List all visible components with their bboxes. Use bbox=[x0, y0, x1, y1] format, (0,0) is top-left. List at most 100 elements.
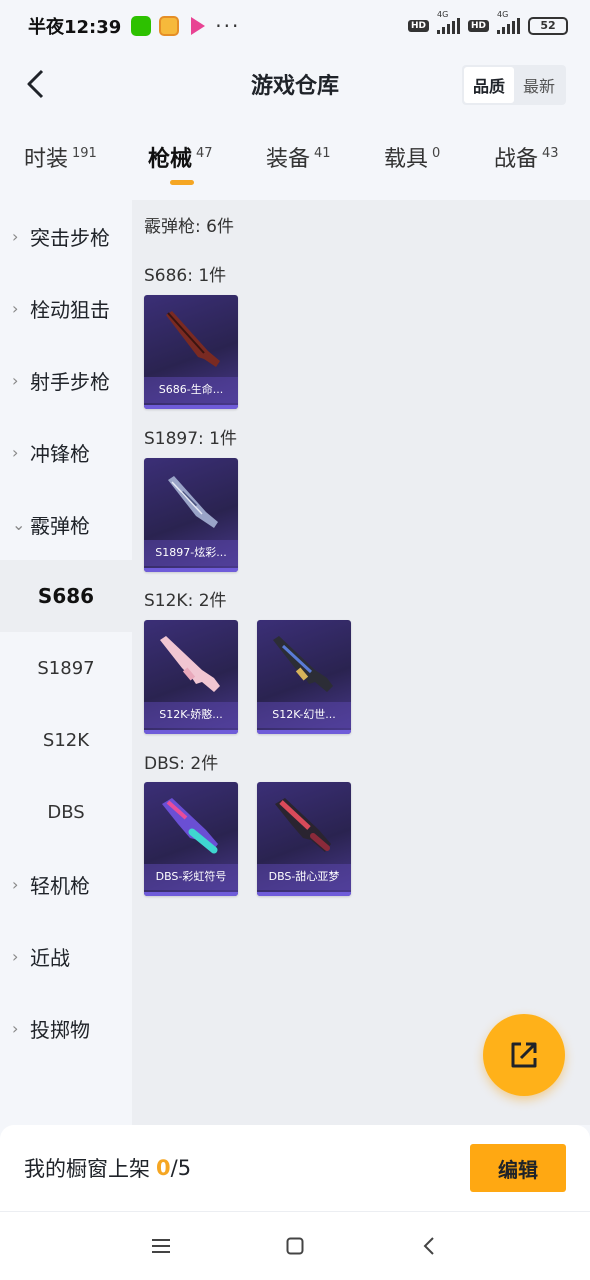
edit-button[interactable]: 编辑 bbox=[470, 1144, 566, 1192]
rifle-icon bbox=[273, 636, 333, 692]
chevron-left-icon bbox=[27, 69, 44, 99]
sidebar-item-assault-rifle[interactable]: › 突击步枪 bbox=[0, 200, 132, 272]
weapon-category-sidebar: › 突击步枪 › 栓动狙击 › 射手步枪 › 冲锋枪 ⌄ 霰弹枪 S686 S1… bbox=[0, 200, 132, 1125]
tab-combat-supplies[interactable]: 战备 43 bbox=[494, 136, 559, 192]
chevron-right-icon: › bbox=[12, 298, 19, 318]
sidebar-item-shotgun[interactable]: ⌄ 霰弹枪 bbox=[0, 488, 132, 560]
sort-by-quality[interactable]: 品质 bbox=[463, 67, 514, 103]
sidebar-item-bolt-sniper[interactable]: › 栓动狙击 bbox=[0, 272, 132, 344]
chevron-right-icon: › bbox=[12, 442, 19, 462]
active-tab-indicator bbox=[170, 180, 194, 185]
tab-fashion[interactable]: 时装 191 bbox=[24, 136, 97, 192]
game-app-icon bbox=[159, 16, 180, 36]
chevron-down-icon: ⌄ bbox=[12, 514, 26, 534]
showcase-label: 我的橱窗上架 bbox=[24, 1157, 150, 1181]
weapon-card[interactable]: S686-生命... bbox=[144, 295, 238, 409]
rifle-icon bbox=[160, 636, 220, 692]
sidebar-item-label: 突击步枪 bbox=[30, 225, 110, 250]
share-icon bbox=[511, 1042, 537, 1068]
status-bar: 半夜12:39 ··· HD 4G HD 4G 52 bbox=[0, 0, 590, 52]
weapon-card-label: DBS-甜心亚梦 bbox=[257, 864, 351, 890]
sidebar-item-smg[interactable]: › 冲锋枪 bbox=[0, 416, 132, 488]
tab-equipment[interactable]: 装备 41 bbox=[266, 136, 331, 192]
sort-toggle: 品质 最新 bbox=[461, 65, 566, 105]
chevron-right-icon: › bbox=[12, 946, 19, 966]
weapon-card[interactable]: DBS-彩虹符号 bbox=[144, 782, 238, 896]
chevron-right-icon: › bbox=[12, 874, 19, 894]
section-title: S1897: 1件 bbox=[144, 429, 238, 449]
tab-firearms[interactable]: 枪械 47 bbox=[148, 136, 213, 192]
sidebar-item-label: 霰弹枪 bbox=[30, 513, 90, 538]
weapon-card-label: S686-生命... bbox=[144, 377, 238, 403]
sidebar-item-label: 栓动狙击 bbox=[30, 297, 110, 322]
sidebar-item-lmg[interactable]: › 轻机枪 bbox=[0, 848, 132, 920]
tab-label: 时装 bbox=[24, 147, 69, 172]
wechat-icon bbox=[131, 16, 152, 36]
sidebar-sub-s12k[interactable]: S12K bbox=[0, 704, 132, 776]
showcase-total: /5 bbox=[170, 1156, 192, 1180]
home-button[interactable] bbox=[283, 1234, 307, 1258]
sidebar-item-throwables[interactable]: › 投掷物 bbox=[0, 992, 132, 1064]
weapon-card[interactable]: S12K-娇憨... bbox=[144, 620, 238, 734]
shotgun-icon bbox=[168, 476, 218, 528]
tab-label: 枪械 bbox=[148, 147, 193, 172]
group-title: 霰弹枪: 6件 bbox=[144, 217, 234, 237]
weapon-card-label: S12K-幻世... bbox=[257, 702, 351, 728]
network-type: 4G bbox=[436, 10, 449, 19]
sidebar-sub-s1897[interactable]: S1897 bbox=[0, 632, 132, 704]
tab-label: 载具 bbox=[384, 147, 429, 172]
sidebar-sub-dbs[interactable]: DBS bbox=[0, 776, 132, 848]
tab-count: 41 bbox=[314, 146, 331, 161]
system-back-button[interactable] bbox=[417, 1234, 441, 1258]
sort-by-newest[interactable]: 最新 bbox=[514, 67, 564, 103]
weapon-content-panel: 霰弹枪: 6件 S686: 1件 S686-生命... S1897: 1件 S1… bbox=[132, 200, 590, 1125]
battery-icon: 52 bbox=[528, 17, 568, 35]
status-time: 半夜12:39 bbox=[28, 17, 122, 38]
weapon-card-label: S12K-娇憨... bbox=[144, 702, 238, 728]
page-header: 游戏仓库 品质 最新 bbox=[0, 52, 590, 116]
tab-label: 装备 bbox=[266, 147, 311, 172]
section-title: S12K: 2件 bbox=[144, 591, 227, 611]
status-indicators: HD 4G HD 4G 52 bbox=[407, 10, 568, 35]
tab-label: 战备 bbox=[494, 147, 539, 172]
sidebar-item-label: 近战 bbox=[30, 945, 70, 970]
weapon-card[interactable]: S1897-炫彩... bbox=[144, 458, 238, 572]
sidebar-item-label: 冲锋枪 bbox=[30, 441, 90, 466]
tab-count: 0 bbox=[432, 146, 441, 161]
sidebar-item-label: 射手步枪 bbox=[30, 369, 110, 394]
signal-icon: 4G bbox=[497, 10, 520, 34]
back-button[interactable] bbox=[16, 64, 56, 104]
chevron-right-icon: › bbox=[12, 226, 19, 246]
showcase-count: 0 bbox=[156, 1156, 171, 1180]
tab-count: 47 bbox=[196, 146, 213, 161]
more-notifications-icon: ··· bbox=[215, 14, 241, 38]
tab-count: 191 bbox=[72, 146, 97, 161]
system-nav-bar bbox=[0, 1211, 590, 1280]
chevron-right-icon: › bbox=[12, 1018, 19, 1038]
chevron-right-icon: › bbox=[12, 370, 19, 390]
hd-badge: HD bbox=[407, 20, 429, 32]
page-title: 游戏仓库 bbox=[250, 74, 339, 99]
share-button[interactable] bbox=[483, 1014, 565, 1096]
weapon-card[interactable]: S12K-幻世... bbox=[257, 620, 351, 734]
category-tabs: 时装 191 枪械 47 装备 41 载具 0 战备 43 bbox=[0, 136, 590, 192]
shotgun-icon bbox=[275, 798, 331, 852]
section-title: S686: 1件 bbox=[144, 266, 227, 286]
weapon-card-label: S1897-炫彩... bbox=[144, 540, 238, 566]
hd-badge: HD bbox=[467, 20, 489, 32]
chevron-left-icon bbox=[423, 1237, 434, 1255]
home-square-icon bbox=[286, 1237, 304, 1255]
network-type: 4G bbox=[497, 10, 509, 19]
tab-vehicles[interactable]: 载具 0 bbox=[384, 136, 440, 192]
menu-icon bbox=[152, 1239, 170, 1253]
shotgun-icon bbox=[162, 798, 218, 854]
video-app-icon bbox=[191, 17, 206, 35]
sidebar-item-marksman-rifle[interactable]: › 射手步枪 bbox=[0, 344, 132, 416]
status-app-icons bbox=[131, 16, 206, 36]
weapon-card-label: DBS-彩虹符号 bbox=[144, 864, 238, 890]
weapon-card[interactable]: DBS-甜心亚梦 bbox=[257, 782, 351, 896]
menu-button[interactable] bbox=[149, 1234, 173, 1258]
sidebar-sub-s686[interactable]: S686 bbox=[0, 560, 132, 632]
sidebar-item-melee[interactable]: › 近战 bbox=[0, 920, 132, 992]
tab-count: 43 bbox=[542, 146, 559, 161]
